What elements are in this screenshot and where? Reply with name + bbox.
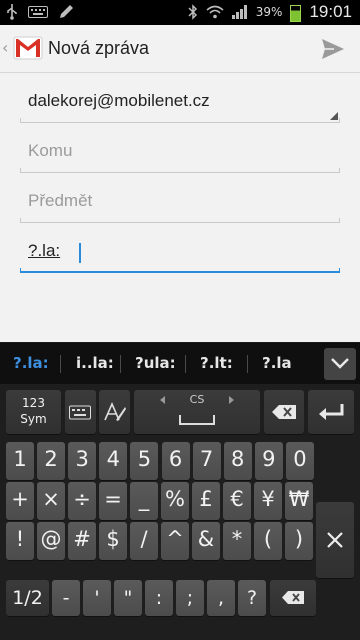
back-chevron-icon[interactable]: ‹ <box>2 39 8 57</box>
suggestion-item[interactable]: ?.lt: <box>200 354 233 372</box>
symbol-key[interactable]: 1/2 <box>6 580 49 616</box>
space-icon <box>179 415 215 425</box>
usb-icon <box>7 4 17 20</box>
symbol-key[interactable]: % <box>161 482 189 520</box>
symbol-key[interactable]: : <box>145 580 173 616</box>
symbol-key[interactable]: € <box>223 482 251 520</box>
digit-key[interactable]: 5 <box>130 442 159 480</box>
symbol-key[interactable]: # <box>68 522 96 560</box>
chevron-right-icon <box>229 396 234 404</box>
digit-key[interactable]: 9 <box>254 442 283 480</box>
to-field[interactable]: Komu <box>20 139 340 173</box>
close-keyboard-key[interactable] <box>316 502 354 578</box>
battery-icon <box>290 4 302 22</box>
symbol-key[interactable]: £ <box>192 482 220 520</box>
wifi-icon <box>206 5 224 19</box>
page-title: Nová zpráva <box>48 38 150 58</box>
body-field[interactable]: ?.la: <box>20 239 340 273</box>
digit-key[interactable]: 8 <box>223 442 252 480</box>
handwriting-key[interactable] <box>99 390 130 434</box>
symbol-key[interactable]: ₩ <box>285 482 313 520</box>
to-placeholder: Komu <box>28 141 73 160</box>
suggestion-bar: ?.la: i..la: ?ula: ?.lt: ?.la <box>0 342 360 384</box>
action-bar: ‹ Nová zpráva <box>0 25 360 73</box>
backspace-key[interactable] <box>264 390 304 434</box>
status-left-icons <box>6 4 74 20</box>
digit-key[interactable]: 7 <box>192 442 221 480</box>
symbol-key[interactable]: ) <box>285 522 313 560</box>
row5-backspace-key[interactable] <box>270 580 316 616</box>
chevron-left-icon <box>160 396 165 404</box>
symbol-key[interactable]: " <box>114 580 142 616</box>
symbol-key[interactable]: & <box>192 522 220 560</box>
from-account-value: dalekorej@mobilenet.cz <box>28 91 210 110</box>
digit-key[interactable]: 3 <box>68 442 97 480</box>
symbol-key[interactable]: ^ <box>161 522 189 560</box>
backspace-icon <box>272 405 296 419</box>
symbol-key[interactable]: ¥ <box>254 482 282 520</box>
digit-key[interactable]: 2 <box>37 442 66 480</box>
symbol-key[interactable]: @ <box>37 522 65 560</box>
subject-field[interactable]: Předmět <box>20 189 340 223</box>
symbol-key[interactable]: ÷ <box>68 482 96 520</box>
sym-key[interactable]: 123 Sym <box>6 390 61 434</box>
pencil-icon <box>60 5 73 18</box>
body-text: ?.la: <box>28 241 61 260</box>
space-key[interactable]: CS <box>134 390 260 434</box>
symbol-key[interactable]: / <box>130 522 158 560</box>
compose-form: dalekorej@mobilenet.cz Komu Předmět ?.la… <box>0 73 360 342</box>
symbol-key[interactable]: ! <box>6 522 34 560</box>
chevron-down-icon <box>331 358 349 369</box>
suggestion-item[interactable]: ?.la: <box>13 354 49 372</box>
digit-key[interactable]: 1 <box>6 442 34 480</box>
enter-icon <box>319 404 344 420</box>
symbol-key[interactable]: = <box>99 482 127 520</box>
bluetooth-icon <box>188 4 197 20</box>
symbol-key[interactable]: - <box>52 580 80 616</box>
suggestion-item[interactable]: i..la: <box>76 354 114 372</box>
keyboard-icon <box>69 405 91 420</box>
enter-key[interactable] <box>308 390 354 434</box>
keyboard-settings-key[interactable] <box>65 390 96 434</box>
keyboard: 123 Sym CS 1 2 3 4 5 6 7 8 9 0 + × ÷ = _… <box>0 384 360 640</box>
suggestion-item[interactable]: ?.la <box>262 354 292 372</box>
backspace-icon <box>282 591 304 604</box>
language-label: CS <box>189 393 205 406</box>
digit-key[interactable]: 4 <box>99 442 128 480</box>
close-icon <box>327 532 343 548</box>
keyboard-icon <box>28 6 48 18</box>
dropdown-arrow-icon <box>330 112 338 120</box>
status-right-icons: 39% 19:01 <box>188 2 352 22</box>
symbol-key[interactable]: ( <box>254 522 282 560</box>
digit-key[interactable]: 0 <box>285 442 314 480</box>
from-account-spinner[interactable]: dalekorej@mobilenet.cz <box>20 89 340 123</box>
symbol-key[interactable]: × <box>37 482 65 520</box>
symbol-key[interactable]: + <box>6 482 34 520</box>
digit-key[interactable]: 6 <box>161 442 190 480</box>
signal-icon <box>231 5 247 19</box>
battery-percent: 39% <box>255 5 283 19</box>
symbol-key[interactable]: _ <box>130 482 158 520</box>
symbol-key[interactable]: $ <box>99 522 127 560</box>
status-bar: 39% 19:01 <box>0 0 360 25</box>
send-icon[interactable] <box>320 36 346 62</box>
symbol-key[interactable]: * <box>223 522 251 560</box>
symbol-key[interactable]: ? <box>238 580 266 616</box>
symbol-key[interactable]: ' <box>83 580 111 616</box>
symbol-key[interactable]: , <box>207 580 235 616</box>
gmail-icon[interactable] <box>13 35 43 61</box>
subject-placeholder: Předmět <box>28 191 93 210</box>
text-cursor <box>79 243 81 263</box>
suggestion-item[interactable]: ?ula: <box>135 354 176 372</box>
expand-suggestions-button[interactable] <box>324 348 356 380</box>
symbol-key[interactable]: ; <box>176 580 204 616</box>
status-time: 19:01 <box>309 2 352 21</box>
handwriting-icon <box>104 402 126 421</box>
